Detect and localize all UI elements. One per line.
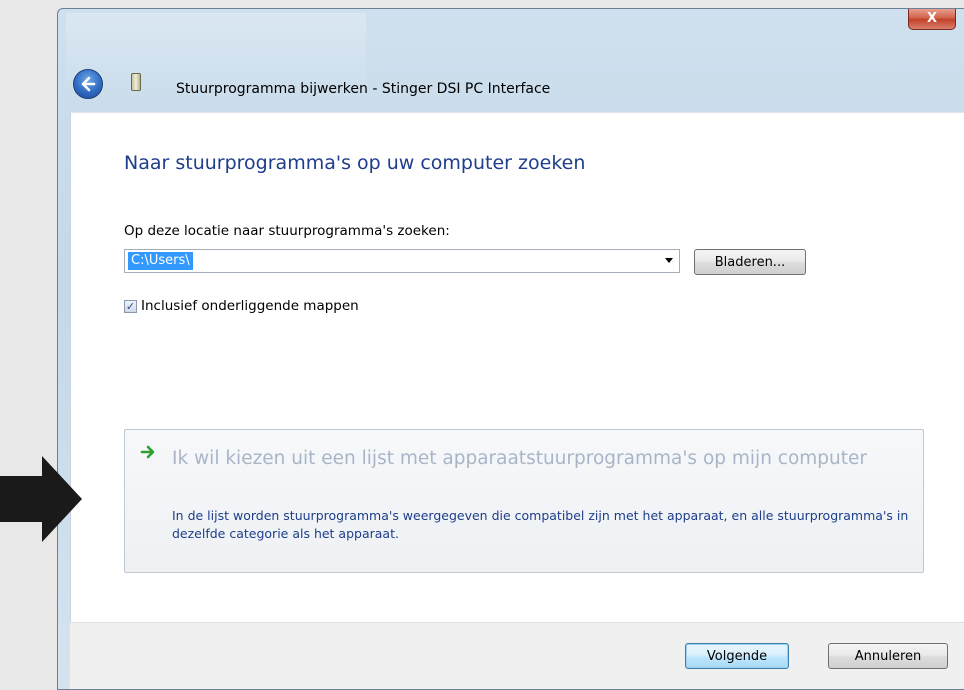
- include-subfolders-label[interactable]: Inclusief onderliggende mappen: [141, 298, 359, 314]
- next-button[interactable]: Volgende: [685, 643, 789, 669]
- back-button[interactable]: [73, 69, 103, 99]
- cancel-button-label: Annuleren: [854, 648, 922, 664]
- pointer-arrow-icon: [0, 456, 82, 542]
- browse-button[interactable]: Bladeren...: [694, 249, 806, 275]
- chevron-down-icon[interactable]: [665, 258, 673, 263]
- driver-update-window: X Stuurprogramma bijwerken - Stinger DSI…: [57, 8, 964, 690]
- pick-option-description: In de lijst worden stuurprogramma's weer…: [172, 508, 909, 541]
- location-label: Op deze locatie naar stuurprogramma's zo…: [124, 223, 450, 239]
- location-combobox[interactable]: C:\Users\: [124, 249, 680, 273]
- window-title: Stuurprogramma bijwerken - Stinger DSI P…: [176, 81, 551, 97]
- location-value[interactable]: C:\Users\: [128, 252, 193, 270]
- include-subfolders-checkbox[interactable]: ✓: [124, 299, 137, 313]
- cancel-button[interactable]: Annuleren: [828, 643, 948, 669]
- browse-button-label: Bladeren...: [714, 254, 786, 270]
- next-button-label: Volgende: [706, 648, 768, 664]
- dialog-footer: Volgende Annuleren: [70, 622, 964, 689]
- device-icon: [131, 73, 141, 91]
- include-subfolders-row[interactable]: ✓ Inclusief onderliggende mappen: [124, 298, 359, 314]
- back-arrow-icon: [81, 76, 96, 92]
- content-area: Naar stuurprogramma's op uw computer zoe…: [70, 112, 964, 623]
- green-arrow-icon: [140, 445, 155, 459]
- close-icon: X: [926, 11, 938, 26]
- pick-from-list-option[interactable]: Ik wil kiezen uit een lijst met apparaat…: [124, 429, 924, 573]
- pick-option-title[interactable]: Ik wil kiezen uit een lijst met apparaat…: [172, 446, 872, 472]
- close-button[interactable]: X: [908, 9, 956, 30]
- page-heading: Naar stuurprogramma's op uw computer zoe…: [124, 152, 586, 174]
